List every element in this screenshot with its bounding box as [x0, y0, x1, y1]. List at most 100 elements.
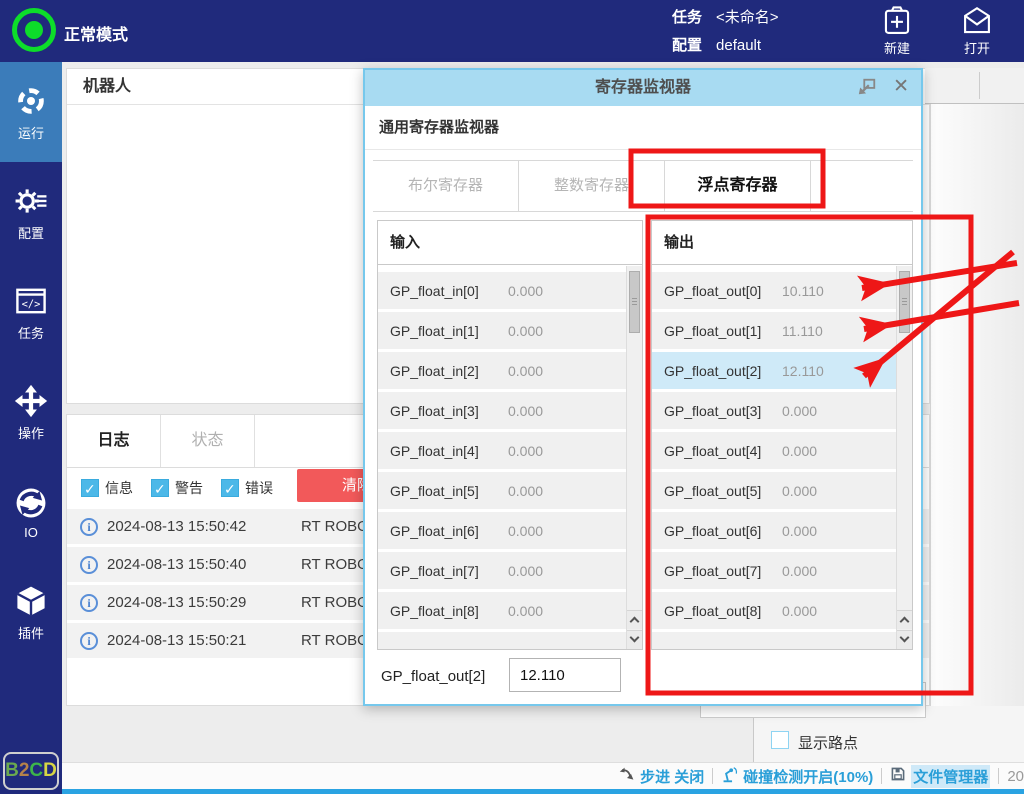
output-register-row[interactable]: GP_float_out[2] 12.110 [652, 352, 896, 389]
input-column-header: 输入 [378, 221, 642, 265]
input-register-row[interactable]: GP_float_in[8]0.000 [378, 592, 626, 629]
sidebar-item-plugin[interactable]: 插件 [0, 562, 62, 662]
config-value: default [716, 37, 761, 54]
collision-indicator[interactable]: 碰撞检测开启(10%) [721, 766, 873, 787]
sidebar-item-task[interactable]: </>任务 [0, 262, 62, 362]
input-scrollbar[interactable] [626, 266, 642, 649]
input-register-row[interactable]: GP_float_in[1]0.000 [378, 312, 626, 349]
dialog-title: 寄存器监视器 [365, 70, 921, 106]
log-filter-警告[interactable]: 警告 [151, 478, 203, 498]
register-value: 0.000 [782, 443, 817, 459]
config-label: 配置 [672, 37, 702, 54]
output-register-row-partial [652, 632, 896, 649]
register-name: GP_float_out[7] [664, 563, 761, 579]
log-tab-状态[interactable]: 状态 [161, 415, 255, 467]
register-name: GP_float_out[3] [664, 403, 761, 419]
output-register-row[interactable]: GP_float_out[7]0.000 [652, 552, 896, 589]
sidebar-item-label: 插件 [18, 623, 44, 642]
info-icon: i [80, 556, 98, 574]
dialog-titlebar[interactable]: 寄存器监视器 ✕ [365, 70, 921, 106]
info-icon: i [80, 632, 98, 650]
register-value: 10.110 [782, 283, 824, 299]
register-name: GP_float_out[2] [664, 363, 761, 379]
file-manager-label: 文件管理器 [911, 765, 990, 788]
register-value: 0.000 [508, 523, 543, 539]
new-button[interactable]: 新建 [866, 4, 928, 58]
edit-register-label: GP_float_out[2] [381, 668, 485, 685]
close-icon[interactable]: ✕ [893, 75, 909, 98]
input-register-row[interactable]: GP_float_in[5]0.000 [378, 472, 626, 509]
step-arrow-icon [619, 766, 635, 786]
output-register-row[interactable]: GP_float_out[6]0.000 [652, 512, 896, 549]
register-name: GP_float_in[2] [390, 363, 479, 379]
io-arrows-icon [14, 485, 48, 521]
scroll-up-icon[interactable] [897, 610, 912, 629]
logo-letter: C [29, 760, 43, 782]
register-value: 0.000 [508, 603, 543, 619]
log-filter-信息[interactable]: 信息 [81, 478, 133, 498]
log-filter-错误[interactable]: 错误 [221, 478, 273, 498]
top-bar: 正常模式 任务<未命名> 配置default 新建 打开 [0, 0, 1024, 62]
sidebar-item-operate[interactable]: 操作 [0, 362, 62, 462]
register-name: GP_float_out[1] [664, 323, 761, 339]
scrollbar-thumb[interactable] [629, 271, 640, 333]
output-register-row[interactable]: GP_float_out[0]10.110 [652, 272, 896, 309]
scroll-down-icon[interactable] [627, 630, 642, 649]
input-register-row[interactable]: GP_float_in[3]0.000 [378, 392, 626, 429]
register-name: GP_float_in[4] [390, 443, 479, 459]
popout-icon[interactable] [857, 77, 877, 102]
input-register-row[interactable]: GP_float_in[6] 0.000 [378, 512, 626, 549]
log-tab-日志[interactable]: 日志 [67, 415, 161, 467]
edit-register-value-input[interactable] [509, 658, 621, 692]
tab-int-registers[interactable]: 整数寄存器 [519, 161, 665, 211]
move-arrows-icon [14, 383, 48, 419]
scroll-up-icon[interactable] [627, 610, 642, 629]
register-value: 12.110 [782, 363, 824, 379]
sidebar-item-io[interactable]: IO [0, 462, 62, 562]
file-manager-button[interactable]: 文件管理器 [890, 765, 990, 788]
show-waypoints-checkbox[interactable] [771, 731, 789, 749]
register-name: GP_float_out[8] [664, 603, 761, 619]
register-value: 0.000 [508, 403, 543, 419]
tab-bool-registers[interactable]: 布尔寄存器 [373, 161, 519, 211]
register-type-tabs: 布尔寄存器整数寄存器浮点寄存器 [373, 160, 913, 212]
log-time: 2024-08-13 15:50:42 [107, 518, 259, 535]
task-config-block: 任务<未命名> 配置default [672, 4, 779, 60]
checkbox-icon[interactable] [81, 479, 99, 497]
tab-float-registers[interactable]: 浮点寄存器 [665, 161, 811, 211]
status-trailing-text: 20 [1007, 768, 1024, 785]
sidebar-item-run[interactable]: 运行 [0, 62, 62, 162]
output-scrollbar[interactable] [896, 266, 912, 649]
dialog-subtitle: 通用寄存器监视器 [365, 106, 921, 150]
output-register-row[interactable]: GP_float_out[4]0.000 [652, 432, 896, 469]
output-register-row[interactable]: GP_float_out[8]0.000 [652, 592, 896, 629]
run-icon [15, 83, 47, 119]
scroll-down-icon[interactable] [897, 630, 912, 649]
info-icon: i [80, 594, 98, 612]
register-name: GP_float_in[6] [390, 523, 479, 539]
status-divider [881, 768, 882, 784]
output-column-header: 输出 [652, 221, 912, 265]
open-button[interactable]: 打开 [946, 4, 1008, 58]
task-label: 任务 [672, 9, 702, 26]
collision-label: 碰撞检测开启(10%) [743, 766, 873, 787]
svg-text:</>: </> [22, 298, 41, 310]
step-mode-indicator[interactable]: 步进 关闭 [619, 766, 704, 787]
input-register-row[interactable]: GP_float_in[4]0.000 [378, 432, 626, 469]
checkbox-icon[interactable] [221, 479, 239, 497]
input-register-row[interactable]: GP_float_in[2] 0.000 [378, 352, 626, 389]
checkbox-icon[interactable] [151, 479, 169, 497]
input-register-row[interactable]: GP_float_in[0]0.000 [378, 272, 626, 309]
logo-letter: B [5, 760, 19, 782]
register-value: 0.000 [508, 363, 543, 379]
sidebar-item-config[interactable]: 配置 [0, 162, 62, 262]
gear-icon [14, 183, 48, 219]
sidebar: 运行配置</>任务操作IO插件 B2CD [0, 62, 62, 794]
output-register-row[interactable]: GP_float_out[3]0.000 [652, 392, 896, 429]
output-register-row[interactable]: GP_float_out[1]11.110 [652, 312, 896, 349]
log-time: 2024-08-13 15:50:21 [107, 632, 259, 649]
scrollbar-thumb[interactable] [899, 271, 910, 333]
mode-label: 正常模式 [64, 21, 128, 45]
output-register-row[interactable]: GP_float_out[5]0.000 [652, 472, 896, 509]
input-register-row[interactable]: GP_float_in[7]0.000 [378, 552, 626, 589]
